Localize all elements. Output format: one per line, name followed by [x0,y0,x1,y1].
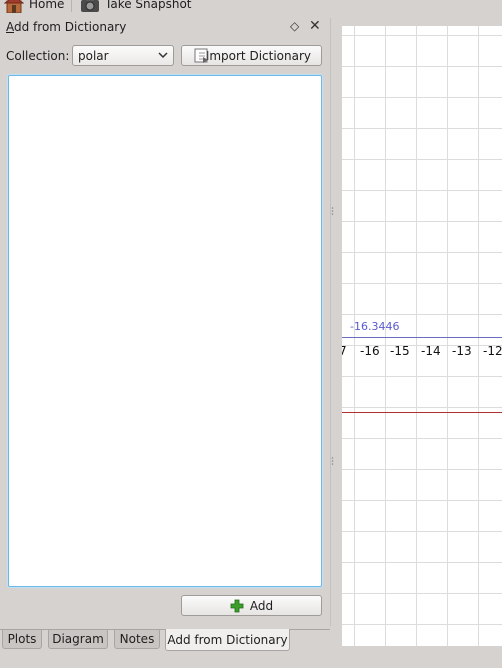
dictionary-list[interactable] [8,75,322,587]
tab-add-from-dictionary-label: Add from Dictionary [167,632,288,647]
x-tick-label: -13 [452,344,472,358]
x-tick-label: 7 [342,344,347,358]
x-tick-label: -16 [360,344,380,358]
import-dictionary-button[interactable]: Import Dictionary [181,45,322,66]
x-axis-line [342,337,502,338]
add-label: Add [249,598,274,613]
plot-canvas[interactable]: -16.3446 7 -16 -15 -14 -13 -12 [342,26,502,646]
x-tick-label: -15 [390,344,410,358]
tab-diagram-label: Diagram [52,632,104,646]
home-icon [4,0,24,13]
add-from-dictionary-dock: Add from Dictionary ◇ ✕ Collection: pola… [0,18,331,626]
main-toolbar: Home Take Snapshot [0,0,502,14]
tab-diagram[interactable]: Diagram [48,630,108,649]
x-tick-label: -12 [483,344,502,358]
float-dock-icon[interactable]: ◇ [290,19,299,33]
add-button[interactable]: Add [181,595,322,616]
tab-add-from-dictionary[interactable]: Add from Dictionary [165,629,290,651]
toolbar-separator [71,0,72,12]
tab-plots-label: Plots [7,632,37,646]
dock-tab-bar: Plots Diagram Notes Add from Dictionary [0,627,340,653]
collection-label: Collection: [6,49,70,63]
plus-icon [230,599,244,612]
camera-icon [81,0,99,12]
collection-value: polar [78,48,109,63]
tab-plots[interactable]: Plots [2,630,42,649]
home-label: Home [29,0,65,11]
chevron-down-icon [158,52,168,59]
tab-notes[interactable]: Notes [114,630,160,649]
coordinate-readout: -16.3446 [350,320,400,333]
splitter-handle[interactable] [331,456,334,466]
snapshot-button[interactable]: Take Snapshot [80,0,192,14]
dock-title: Add from Dictionary [6,20,127,34]
close-dock-icon[interactable]: ✕ [309,18,321,34]
x-tick-label: -14 [421,344,441,358]
splitter-handle[interactable] [331,206,334,216]
tab-notes-label: Notes [119,632,155,646]
home-button[interactable]: Home [4,0,64,14]
import-icon [194,48,208,63]
import-dictionary-label: Import Dictionary [205,48,311,63]
snapshot-label: Take Snapshot [105,0,192,11]
plot-curve-line [342,412,502,413]
collection-select[interactable]: polar [72,45,174,66]
dock-title-rest: dd from Dictionary [14,20,127,34]
